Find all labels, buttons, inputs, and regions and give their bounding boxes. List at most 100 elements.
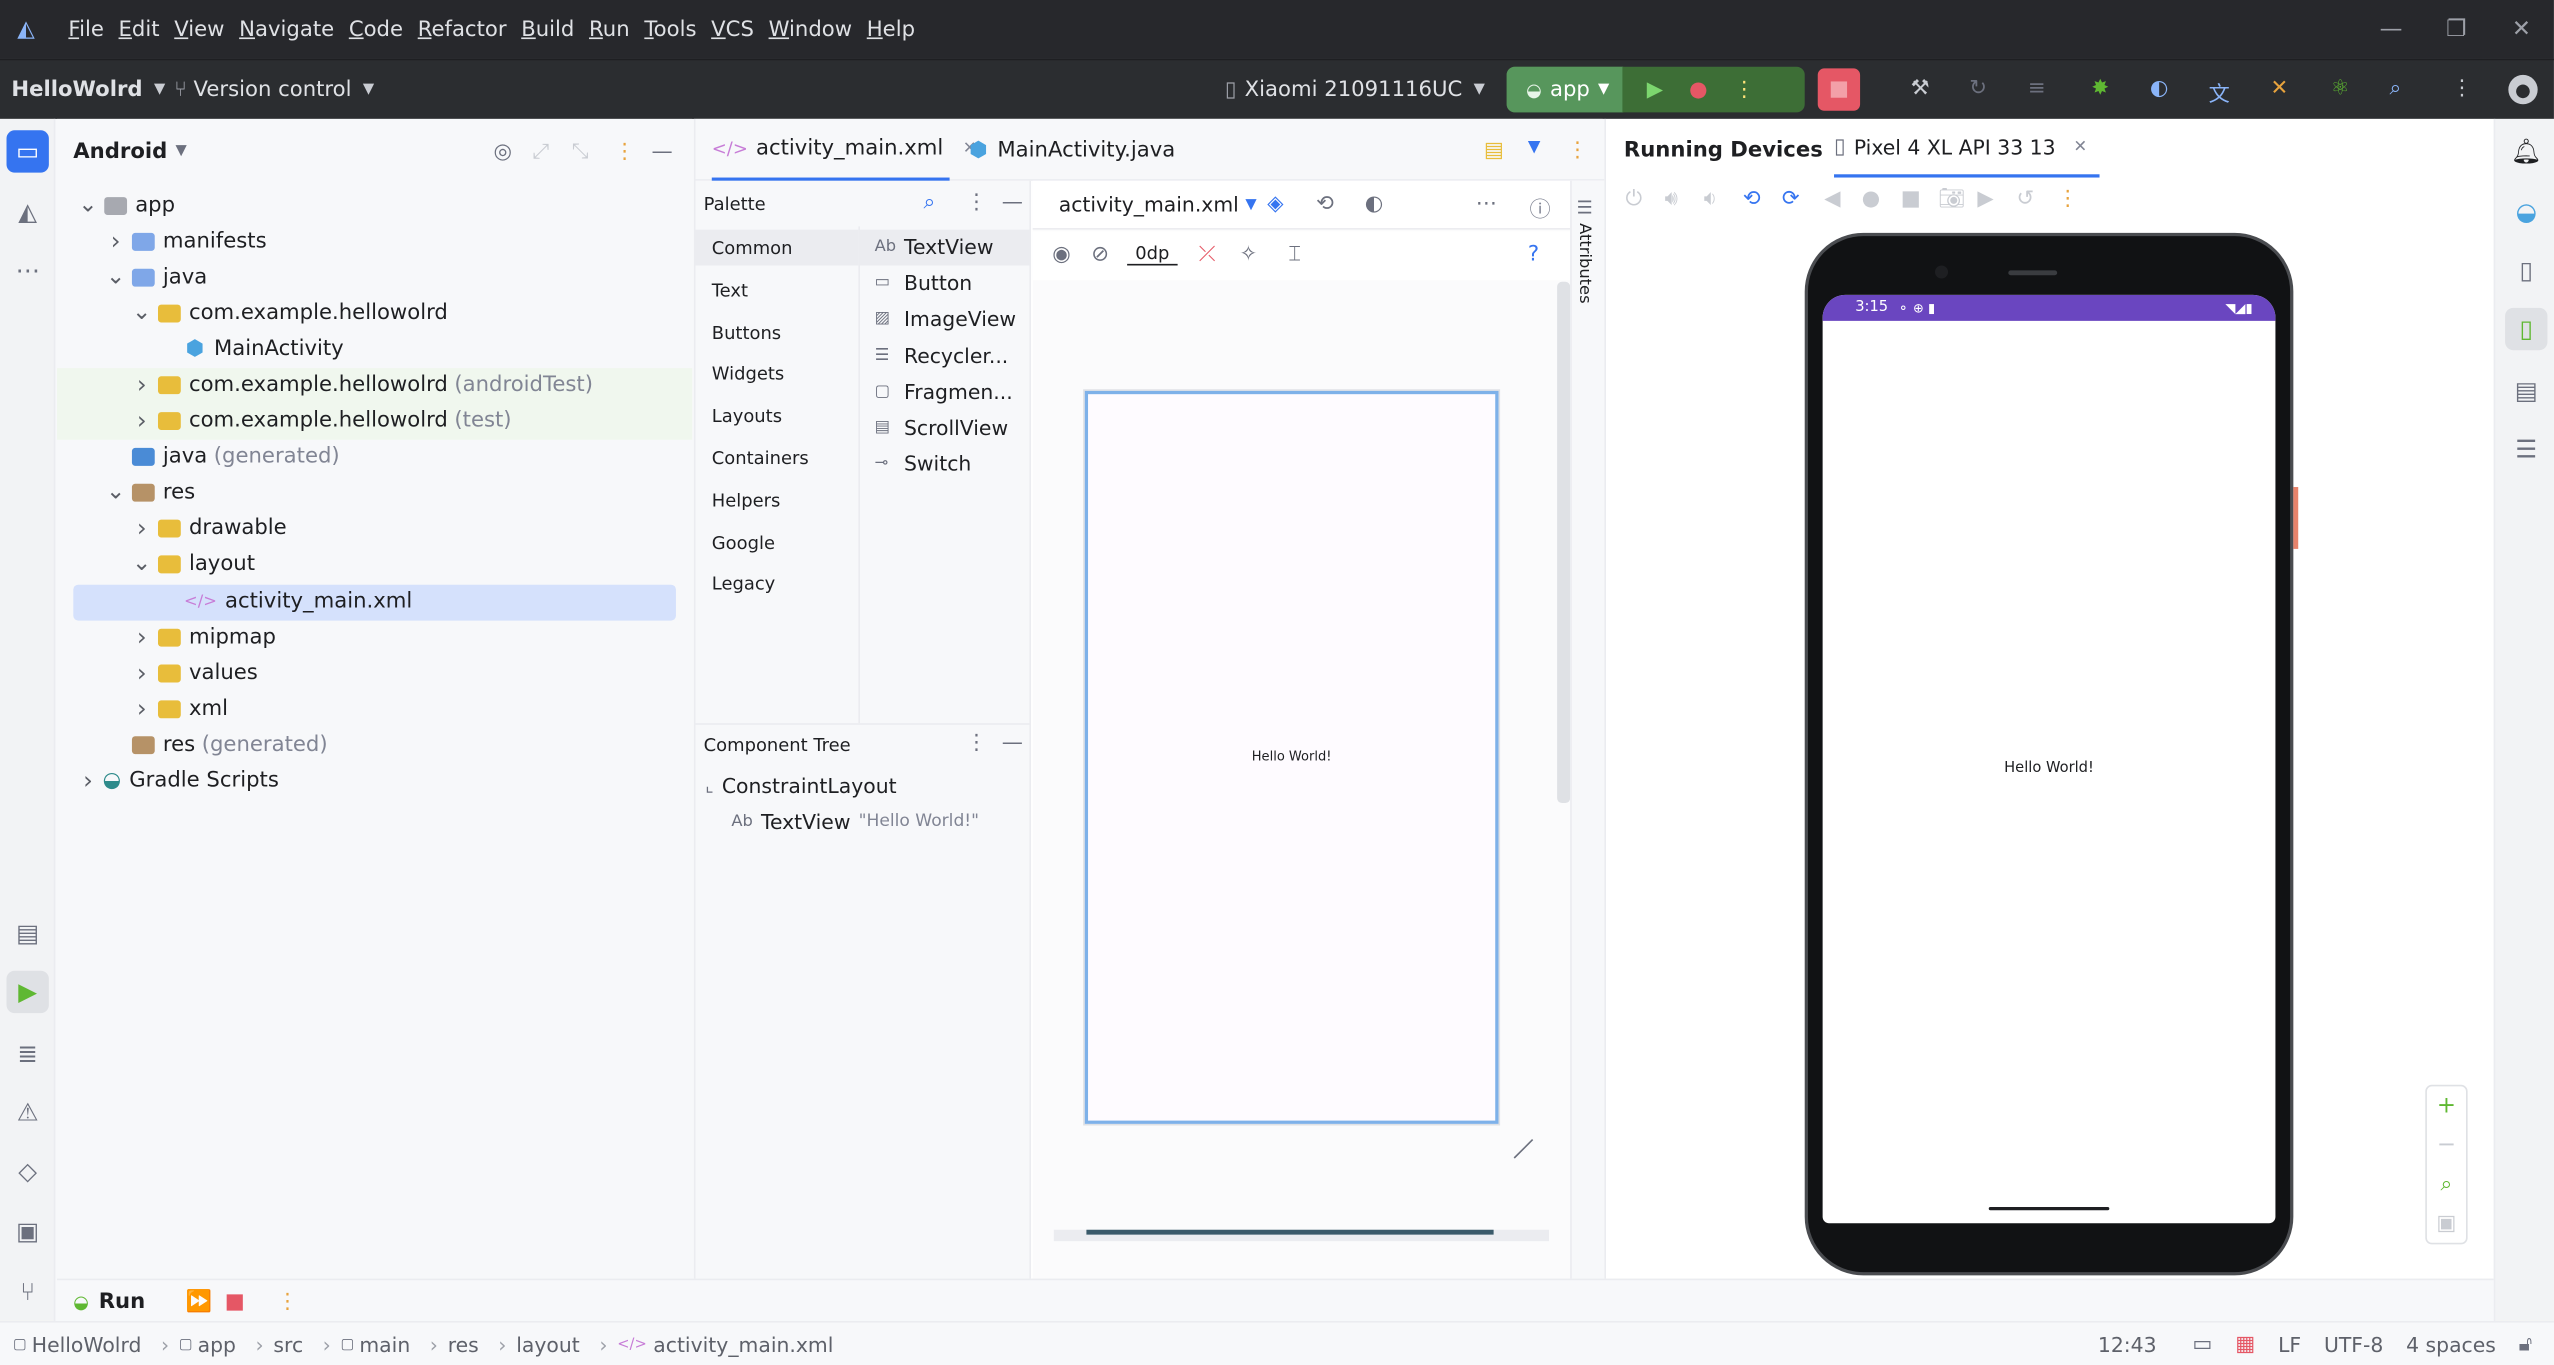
palette-category-google[interactable]: Google bbox=[712, 532, 775, 553]
breadcrumb-item[interactable]: ▢ HelloWolrd bbox=[13, 1332, 141, 1356]
project-tool-icon[interactable]: ▭ bbox=[6, 130, 49, 173]
atom-icon[interactable]: ⚛ bbox=[2331, 77, 2350, 101]
tree-item[interactable]: ⌄ java bbox=[104, 259, 207, 295]
preview-hello-text[interactable]: Hello World! bbox=[1088, 749, 1495, 764]
magnet-off-icon[interactable]: ⊘ bbox=[1091, 243, 1109, 267]
eye-icon[interactable]: ◉ bbox=[1052, 243, 1070, 267]
menu-refactor[interactable]: Refactor bbox=[418, 17, 507, 41]
gemini-icon[interactable]: ◒ bbox=[2505, 191, 2547, 233]
volume-down-icon[interactable]: 🔉︎ bbox=[1704, 187, 1717, 211]
tree-item[interactable]: › com.example.hellowolrd (test) bbox=[130, 402, 512, 438]
rotate-left-icon[interactable]: ⟲ bbox=[1743, 187, 1761, 211]
tree-item[interactable]: › mipmap bbox=[130, 619, 276, 655]
sync-icon[interactable]: ≡ bbox=[2028, 77, 2046, 101]
chevron-right-icon[interactable]: › bbox=[130, 694, 153, 723]
resize-handle[interactable] bbox=[1496, 1121, 1534, 1159]
debug-icon[interactable]: ● bbox=[1689, 77, 1707, 101]
device-more-icon[interactable]: ⋮ bbox=[2057, 187, 2078, 211]
caret-position[interactable]: 12:43 bbox=[2098, 1332, 2157, 1356]
attributes-icon[interactable]: ☰ bbox=[1577, 197, 1593, 218]
tree-item[interactable]: ⌄ com.example.hellowolrd bbox=[130, 295, 448, 331]
locate-icon[interactable]: ◎ bbox=[494, 140, 512, 164]
tab-activity-main[interactable]: </> activity_main.xml ✕ bbox=[711, 119, 977, 181]
device-tab[interactable]: ▯ Pixel 4 XL API 33 13 ✕ bbox=[1834, 119, 2101, 178]
tree-item[interactable]: › ◒ Gradle Scripts bbox=[77, 762, 279, 798]
chevron-right-icon[interactable]: › bbox=[130, 622, 153, 651]
power-icon[interactable]: ⏻ bbox=[1626, 187, 1643, 211]
tree-item[interactable]: ⌄ res bbox=[104, 474, 195, 510]
chevron-right-icon[interactable]: › bbox=[130, 513, 153, 542]
chevron-down-icon[interactable]: ⌄ bbox=[130, 551, 153, 577]
horizontal-scrollbar-thumb[interactable] bbox=[1086, 1229, 1494, 1235]
device-manager-stripe-icon[interactable]: ▯ bbox=[2505, 249, 2547, 291]
chevron-right-icon[interactable]: › bbox=[104, 226, 127, 255]
infer-constraints-icon[interactable]: ✧ bbox=[1240, 243, 1258, 267]
clear-constraints-icon[interactable]: ⤫ bbox=[1199, 243, 1216, 267]
layers-icon[interactable]: ◈ bbox=[1267, 192, 1283, 216]
layout-file-selector[interactable]: activity_main.xml ▼ bbox=[1059, 192, 1257, 216]
tree-item[interactable]: ⌄ layout bbox=[130, 546, 255, 582]
tab-main-activity[interactable]: ⬢ MainActivity.java bbox=[969, 119, 1175, 181]
palette-item[interactable]: ▢ Fragmen... bbox=[875, 379, 1013, 403]
palette-item[interactable]: Ab TextView bbox=[875, 235, 994, 259]
zoom-in-icon[interactable]: + bbox=[2427, 1086, 2466, 1125]
project-selector[interactable]: HelloWolrd ▼ bbox=[11, 60, 165, 119]
running-devices-stripe-icon[interactable]: ▯ bbox=[2505, 307, 2548, 351]
component-tree-options-icon[interactable]: ⋮ bbox=[966, 731, 987, 755]
apply-changes-icon[interactable]: ↻ bbox=[1969, 77, 1987, 101]
expand-all-icon[interactable]: ⤢ bbox=[533, 140, 550, 164]
help-icon[interactable]: ? bbox=[1528, 243, 1539, 267]
palette-options-icon[interactable]: ⋮ bbox=[966, 191, 987, 215]
indent-setting[interactable]: 4 spaces bbox=[2406, 1332, 2496, 1356]
chevron-down-icon[interactable]: ⌄ bbox=[104, 264, 127, 290]
hide-palette-icon[interactable]: — bbox=[1002, 191, 1023, 215]
hide-panel-icon[interactable]: — bbox=[652, 140, 673, 164]
notifications-icon[interactable]: 🔔︎ bbox=[2505, 130, 2547, 172]
menu-help[interactable]: Help bbox=[867, 17, 915, 41]
preview-canvas[interactable]: Hello World! bbox=[1084, 390, 1499, 1124]
device-manager-icon[interactable]: ✸ bbox=[2091, 77, 2109, 101]
close-tab-icon[interactable]: ✕ bbox=[2073, 138, 2087, 156]
options-icon[interactable]: ⋮ bbox=[614, 140, 635, 164]
device-selector[interactable]: ▯ Xiaomi 21091116UC ▼ bbox=[1225, 60, 1485, 119]
chevron-down-icon[interactable]: ⌄ bbox=[104, 479, 127, 505]
menu-edit[interactable]: Edit bbox=[119, 17, 160, 41]
breadcrumb-item[interactable]: ▢ app bbox=[179, 1332, 236, 1356]
zoom-actual-icon[interactable]: ⌕ bbox=[2427, 1165, 2466, 1204]
overview-icon[interactable]: ■ bbox=[1901, 187, 1921, 211]
home-icon[interactable]: ● bbox=[1862, 187, 1880, 211]
device-explorer-icon[interactable]: ▤ bbox=[2505, 370, 2547, 412]
more-tools-icon[interactable]: ⋯ bbox=[7, 249, 49, 291]
chevron-right-icon[interactable]: › bbox=[130, 370, 153, 399]
menu-vcs[interactable]: VCS bbox=[711, 17, 754, 41]
close-window-icon[interactable]: ✕ bbox=[2489, 0, 2554, 59]
gradle-sync-icon[interactable]: ◐ bbox=[2150, 77, 2168, 101]
problems-icon[interactable]: ⚠ bbox=[7, 1091, 49, 1133]
project-view-selector[interactable]: Android ▼ bbox=[73, 132, 186, 171]
palette-category-containers[interactable]: Containers bbox=[712, 448, 809, 469]
chevron-right-icon[interactable]: › bbox=[130, 658, 153, 687]
more-actions-icon[interactable]: ⋮ bbox=[1734, 77, 1755, 101]
run-options-icon[interactable]: ⋮ bbox=[277, 1290, 298, 1314]
palette-category-buttons[interactable]: Buttons bbox=[712, 322, 781, 343]
tree-item[interactable]: › values bbox=[130, 655, 258, 691]
guidelines-icon[interactable]: ⌶ bbox=[1288, 243, 1301, 267]
tree-item[interactable]: ⌄ app bbox=[77, 187, 175, 223]
phone-screen[interactable]: 3:15 ⚬ ⊕ ▮ ◥◢▮ Hello World! bbox=[1822, 294, 2276, 1224]
line-ending[interactable]: LF bbox=[2278, 1332, 2301, 1356]
menu-navigate[interactable]: Navigate bbox=[239, 17, 334, 41]
gesture-bar[interactable] bbox=[1988, 1206, 2110, 1211]
palette-item[interactable]: ☰ Recycler... bbox=[875, 343, 1009, 367]
tree-item[interactable]: › manifests bbox=[104, 223, 267, 259]
issues-icon[interactable]: ⓘ bbox=[1529, 192, 1550, 223]
zoom-out-icon[interactable]: − bbox=[2427, 1126, 2466, 1165]
stop-button[interactable] bbox=[1817, 68, 1861, 111]
event-log-icon[interactable]: ▭ bbox=[2192, 1332, 2212, 1356]
chevron-right-icon[interactable]: › bbox=[77, 766, 100, 795]
palette-item[interactable]: ⊸ Switch bbox=[875, 451, 972, 475]
reset-icon[interactable]: ↺ bbox=[2016, 187, 2034, 211]
translate-icon[interactable]: 文 bbox=[2209, 77, 2230, 107]
minimize-icon[interactable]: — bbox=[2359, 0, 2424, 59]
menu-build[interactable]: Build bbox=[521, 17, 574, 41]
menu-code[interactable]: Code bbox=[349, 17, 403, 41]
